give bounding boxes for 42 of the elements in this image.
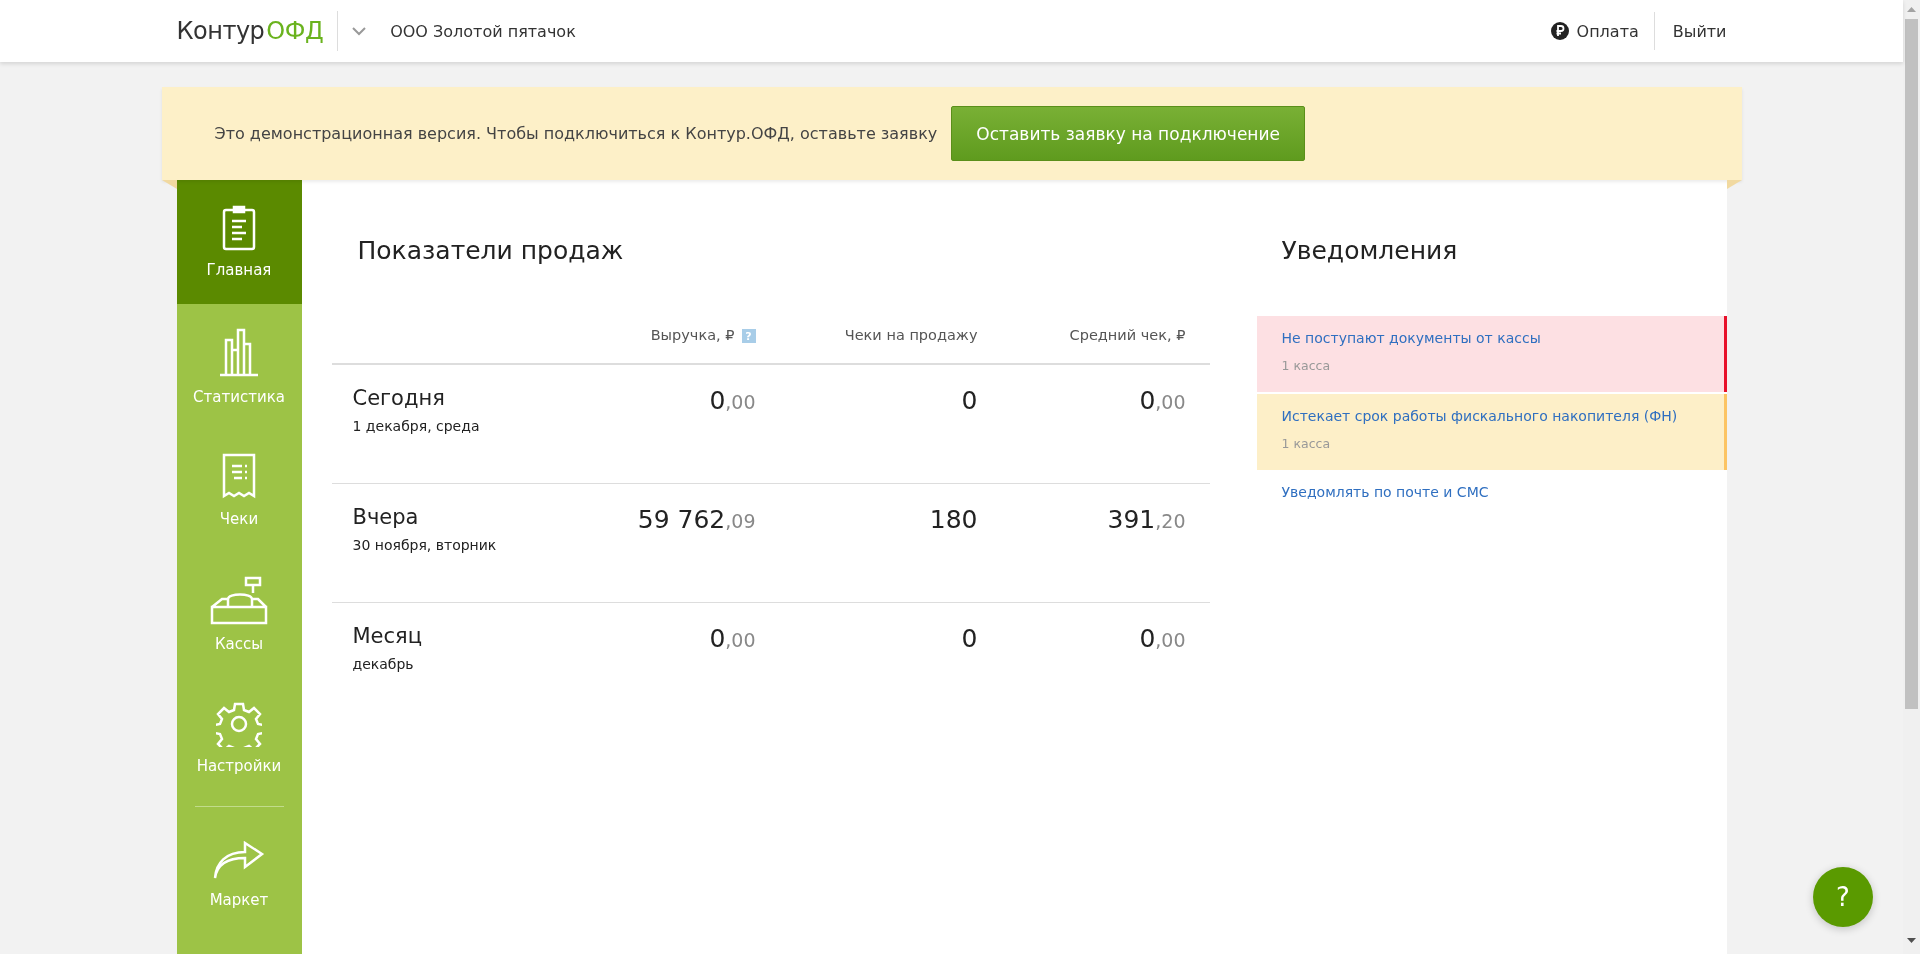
logout-link[interactable]: Выйти [1653, 12, 1727, 50]
notification-title[interactable]: Истекает срок работы фискального накопителя (ФН) [1281, 408, 1714, 424]
column-header: Чеки на продажу [844, 327, 978, 343]
notification-item[interactable]: Истекает срок работы фискального накопителя (ФН) 1 касса [1256, 394, 1727, 470]
period-label: Вчера [352, 505, 420, 529]
column-header: Выручка, ₽ [650, 327, 735, 343]
request-connection-button[interactable]: Оставить заявку на подключение [951, 106, 1305, 161]
amount-cell: 0,00 [561, 365, 756, 484]
period-label: Месяц [352, 624, 423, 648]
period-date: 1 декабря, среда [352, 418, 480, 434]
amount-cell: 59 762,09 [561, 484, 756, 603]
count-cell-text: 0 [960, 623, 978, 655]
section-title: Уведомления [1281, 236, 1459, 267]
amount-cell-text: 0,00 [708, 623, 756, 655]
clipboard-icon [222, 205, 256, 251]
amount-cell-text: 0,00 [1138, 623, 1187, 655]
nav-item[interactable]: Главная [176, 180, 302, 304]
amount-cell: 0,00 [977, 365, 1210, 484]
section-title: Показатели продаж [357, 236, 625, 267]
receipt-icon [221, 452, 257, 500]
period-label: Сегодня [352, 386, 446, 410]
notification-settings-link[interactable]: Уведомлять по почте и СМС [1281, 484, 1489, 500]
cash-register-icon [209, 575, 269, 625]
notification-detail: 1 касса [1281, 358, 1331, 373]
amount-cell: 391,20 [977, 484, 1210, 603]
notification-title[interactable]: Не поступают документы от кассы [1281, 330, 1714, 346]
column-header: Средний чек, ₽ [1069, 327, 1186, 343]
count-cell: 180 [755, 484, 978, 603]
banner-text: Это демонстрационная версия. Чтобы подключиться к Контур.ОФД, оставьте заявку [214, 124, 938, 143]
notification-item[interactable]: Не поступают документы от кассы 1 касса [1256, 316, 1727, 392]
ruble-icon [1550, 22, 1569, 40]
period-date: 30 ноября, вторник [352, 537, 497, 553]
notification-detail: 1 касса [1281, 436, 1331, 451]
period-date: декабрь [352, 656, 414, 672]
forward-arrow-icon [212, 841, 266, 881]
settings-icon [216, 701, 262, 747]
count-cell: 0 [755, 365, 978, 484]
logo[interactable]: КонтурОФД [176, 17, 324, 45]
organization-name[interactable]: ООО Золотой пятачок [390, 21, 576, 41]
help-button[interactable]: ? [1813, 867, 1873, 927]
payment-link[interactable]: Оплата [1550, 21, 1639, 41]
chevron-down-icon[interactable] [352, 26, 367, 36]
